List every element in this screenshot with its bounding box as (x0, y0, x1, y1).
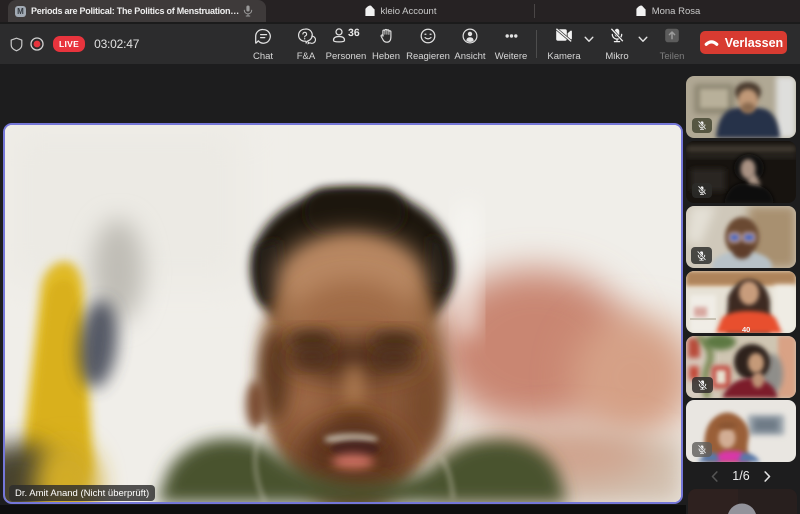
svg-text:40: 40 (742, 325, 750, 333)
